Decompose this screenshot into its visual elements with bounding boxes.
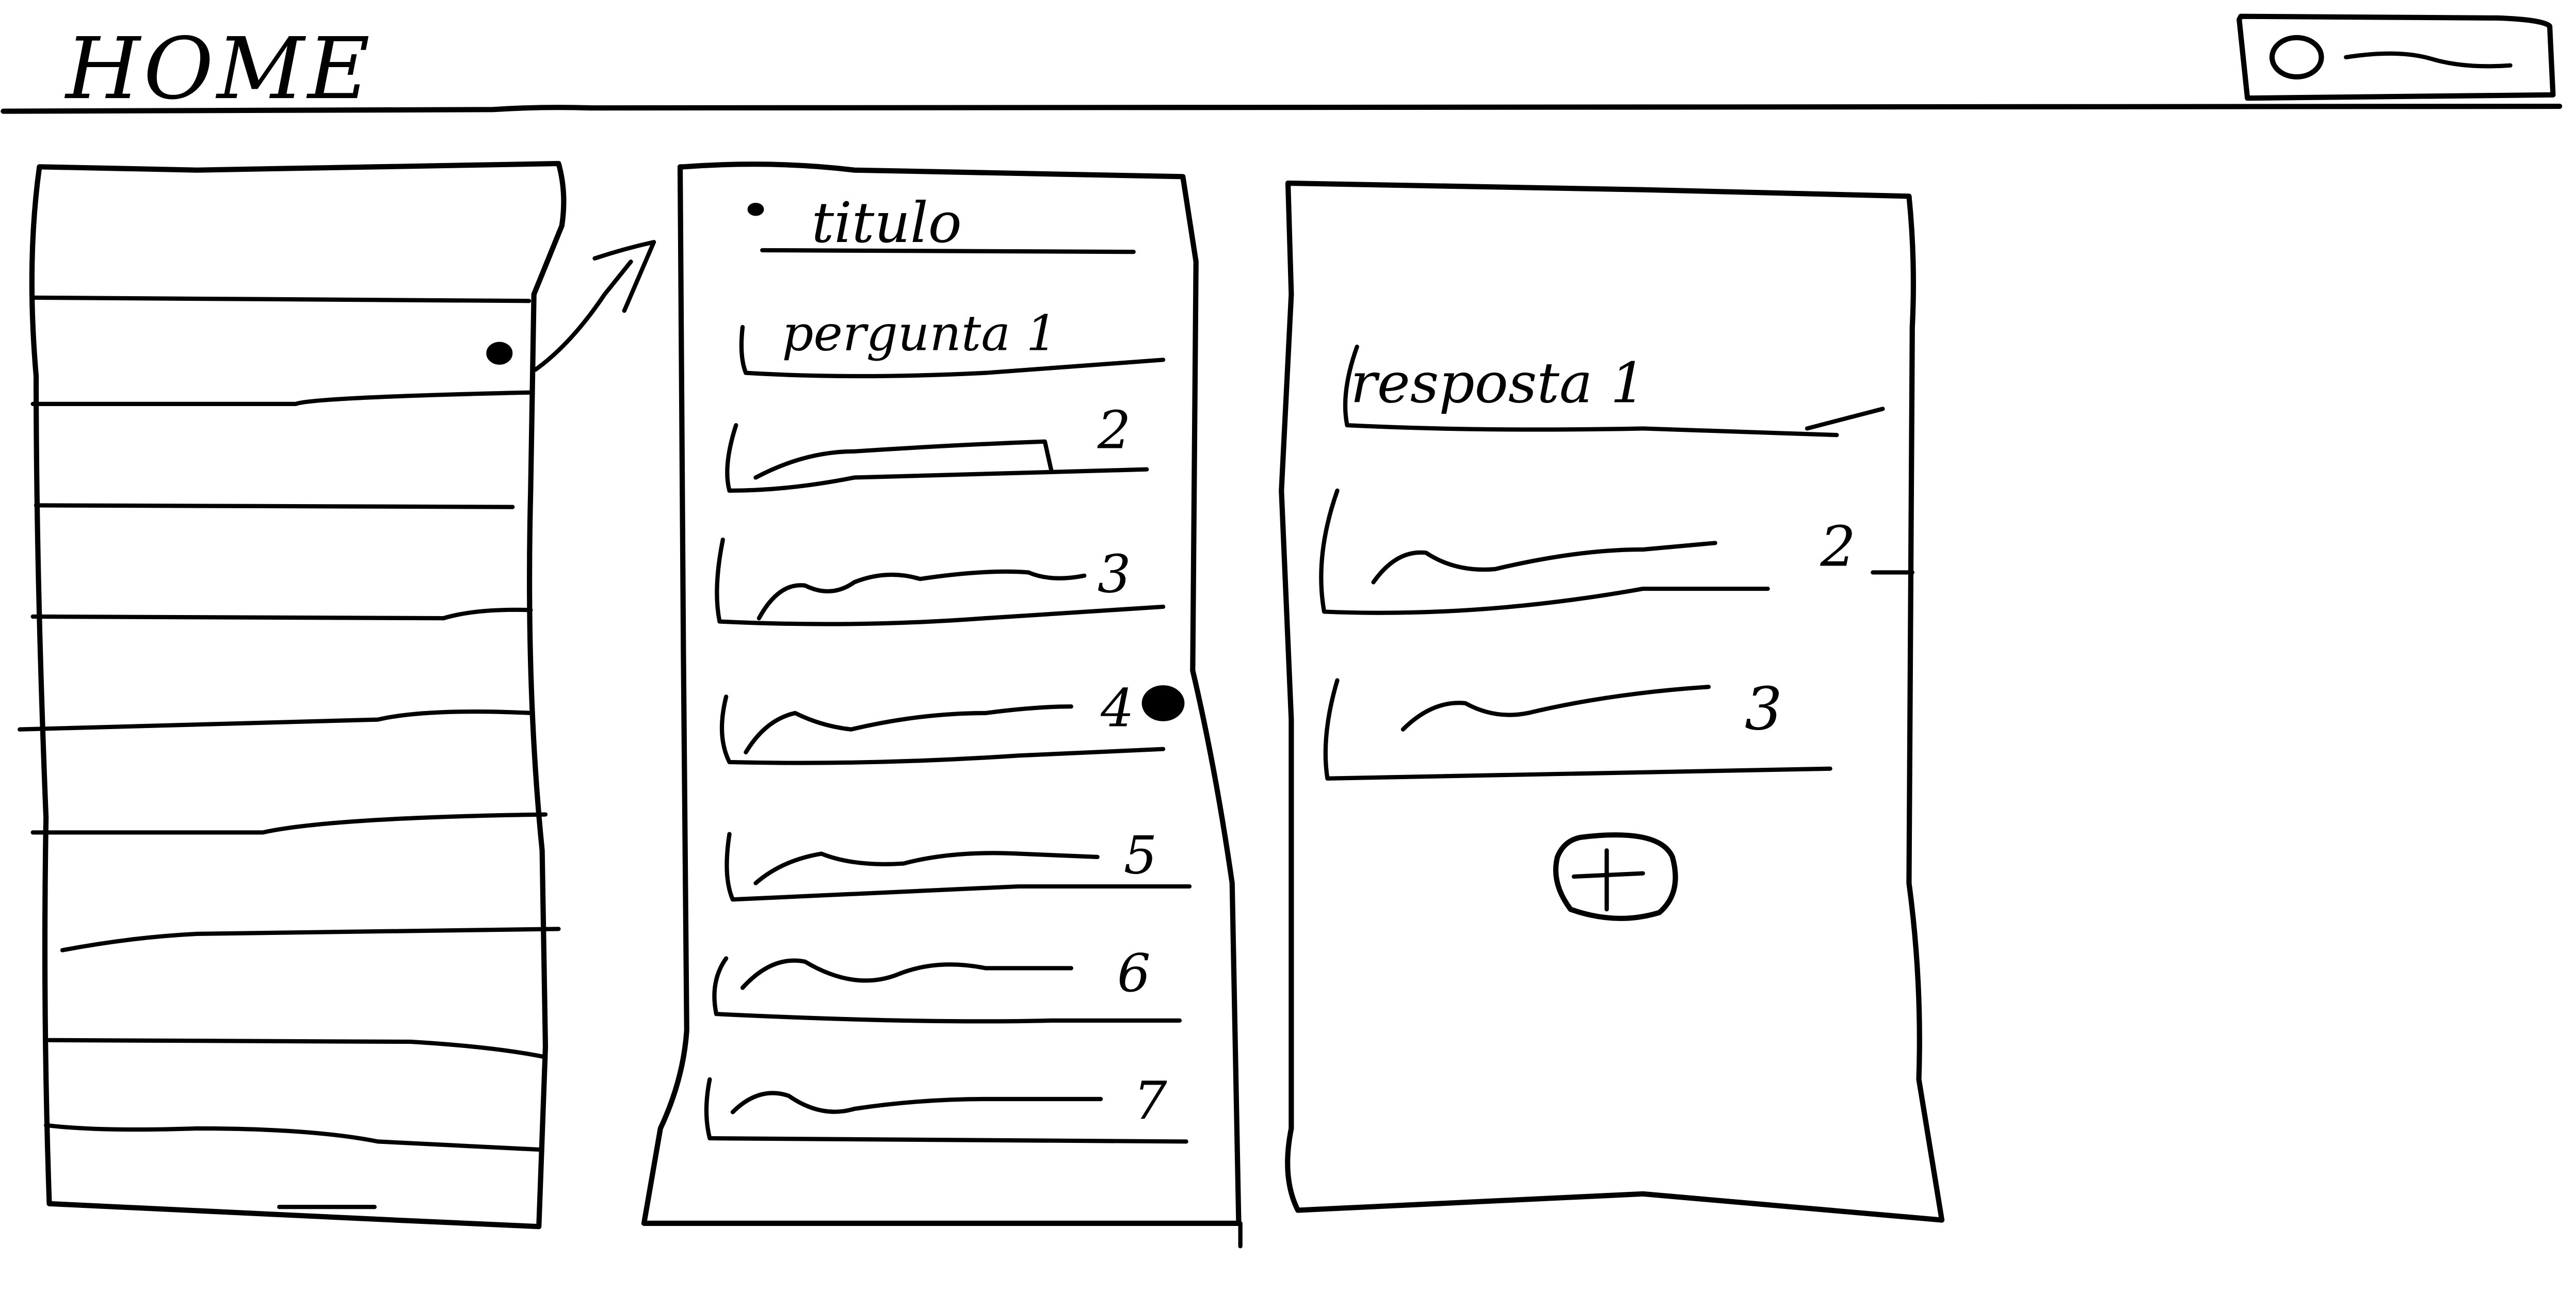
list-row-divider xyxy=(60,927,561,952)
answer-item-number: 3 xyxy=(1745,675,1782,744)
question-item-scribble xyxy=(744,704,1073,755)
question-item-bracket[interactable] xyxy=(715,537,1166,626)
question-item-scribble xyxy=(753,851,1100,885)
question-item-bracket[interactable] xyxy=(725,832,1192,902)
question-item-number: 6 xyxy=(1117,943,1151,1004)
question-item-label: pergunta 1 xyxy=(782,305,1057,362)
header: HOME xyxy=(1,13,2563,119)
question-item-number: 5 xyxy=(1124,825,1157,886)
question-item-number: 3 xyxy=(1098,544,1131,605)
question-item-scribble xyxy=(740,958,1073,990)
question-item-number: 2 xyxy=(1097,400,1131,461)
user-menu-box[interactable] xyxy=(2236,13,2556,101)
answer-item[interactable]: 3 xyxy=(1323,675,1832,781)
questions-panel: titulo pergunta 1 2 3 4 5 6 7 xyxy=(641,162,1243,1249)
selected-item-dot[interactable] xyxy=(1141,685,1185,721)
question-item[interactable]: 4 xyxy=(719,678,1185,765)
answer-item-number: 2 xyxy=(1820,515,1856,579)
list-row-divider xyxy=(30,607,533,621)
answer-underline-tail xyxy=(1805,407,1885,431)
list-panel-frame xyxy=(29,160,567,1230)
list-row-divider xyxy=(30,812,548,835)
avatar-circle-icon[interactable] xyxy=(2269,35,2324,80)
answer-item-scribble xyxy=(1371,541,1717,585)
list-row-divider xyxy=(44,1123,544,1152)
plus-icon xyxy=(1571,871,1645,879)
username-scribble xyxy=(2344,51,2513,69)
answer-item[interactable]: 2 xyxy=(1319,488,1914,615)
question-item[interactable]: 5 xyxy=(725,825,1192,902)
list-panel xyxy=(18,160,656,1230)
selected-row-dot[interactable] xyxy=(486,342,513,365)
wireframe-canvas: HOME titulo pergunta 1 2 3 4 5 6 7 respo… xyxy=(1,13,2563,1249)
question-item-bracket[interactable] xyxy=(712,956,1182,1024)
link-arrow-shaft xyxy=(533,260,633,372)
question-item-bracket[interactable] xyxy=(719,695,1166,765)
list-row-divider xyxy=(34,503,515,509)
list-row-divider xyxy=(30,390,532,407)
question-item[interactable]: 6 xyxy=(712,943,1182,1024)
link-arrow-head xyxy=(592,239,656,313)
answers-panel: resposta 1 2 3 xyxy=(1279,180,1945,1223)
question-item-scribble xyxy=(756,569,1087,621)
question-item[interactable]: pergunta 1 xyxy=(739,305,1166,379)
question-item-scribble xyxy=(730,1091,1103,1115)
question-item[interactable]: 7 xyxy=(704,1070,1188,1144)
page-title: HOME xyxy=(64,20,373,119)
add-answer-button[interactable] xyxy=(1553,832,1678,921)
list-row-divider xyxy=(47,1038,544,1059)
answers-panel-frame xyxy=(1279,180,1945,1223)
question-item-bracket[interactable] xyxy=(704,1077,1188,1144)
question-item-number: 7 xyxy=(1134,1070,1167,1131)
question-item[interactable]: 2 xyxy=(725,400,1149,493)
title-bullet-icon xyxy=(747,203,764,216)
title-underline xyxy=(760,248,1136,254)
question-item[interactable]: 3 xyxy=(715,537,1166,626)
answer-item-scribble xyxy=(1400,685,1711,732)
user-menu[interactable] xyxy=(2236,13,2556,101)
answer-item-bracket[interactable] xyxy=(1319,488,1770,615)
questions-title: titulo xyxy=(812,191,962,255)
header-divider xyxy=(1,103,2563,114)
answer-item[interactable]: resposta 1 xyxy=(1343,344,1885,438)
answer-item-label: resposta 1 xyxy=(1350,351,1646,416)
list-row-divider xyxy=(18,709,535,732)
question-item-bracket[interactable] xyxy=(725,423,1149,493)
question-item-number: 4 xyxy=(1100,678,1134,739)
list-row-divider xyxy=(30,295,532,303)
